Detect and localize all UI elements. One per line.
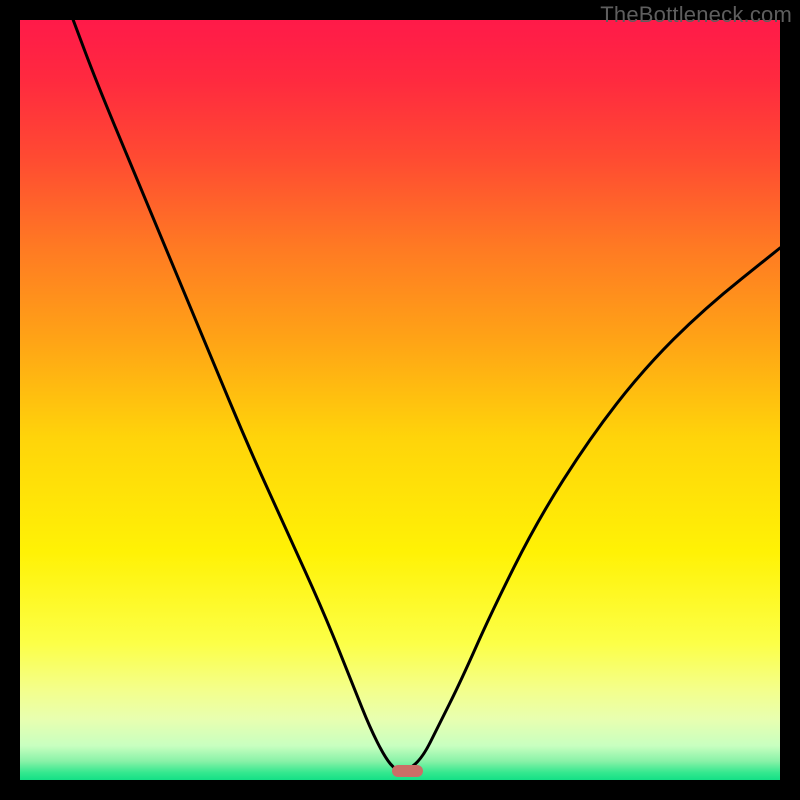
watermark-text: TheBottleneck.com <box>600 2 792 28</box>
optimum-marker <box>392 765 422 777</box>
bottleneck-curve <box>20 20 780 780</box>
plot-area <box>20 20 780 780</box>
chart-frame: TheBottleneck.com <box>0 0 800 800</box>
